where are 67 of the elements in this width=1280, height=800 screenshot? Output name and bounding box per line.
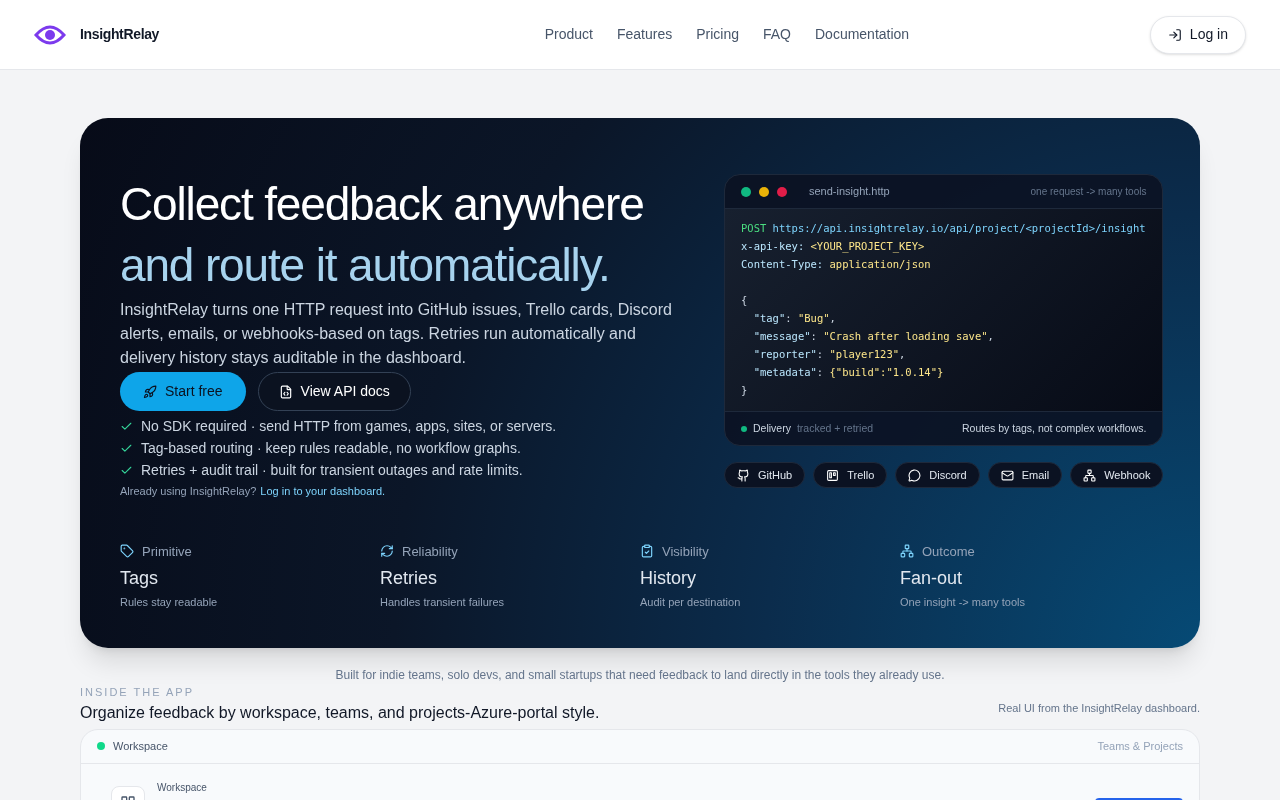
code-line: "reporter": "player123", (752, 347, 906, 362)
feature-text: Tag-based routing · keep rules readable, no workflow graphs. (141, 438, 521, 458)
chat-icon (908, 468, 922, 482)
stat-value: History (640, 567, 697, 590)
rocket-icon (143, 384, 157, 399)
stat-label: Outcome (922, 542, 975, 561)
code-line: x-api-key: <YOUR_PROJECT_KEY> (741, 239, 925, 255)
section-eyebrow: INSIDE THE APP (80, 685, 195, 700)
feature-text: Retries + audit trail · built for transient outages and rate limits. (141, 460, 523, 480)
login-button[interactable]: Log in (1149, 15, 1246, 54)
github-icon (737, 468, 750, 482)
routing-note: Routes by tags, not complex workflows. (962, 420, 1147, 436)
stat-value: Fan-out (900, 567, 964, 590)
stat-note: Audit per destination (640, 595, 742, 610)
panel-tab-label: Teams & Projects (1097, 738, 1183, 754)
network-icon (1083, 468, 1097, 482)
section-note: Real UI from the InsightRelay dashboard. (998, 701, 1200, 716)
workspace-caption: Workspace (157, 780, 207, 795)
stat-value: Retries (380, 567, 438, 590)
brand-name: InsightRelay (80, 25, 160, 44)
tag-icon (120, 544, 134, 559)
stat-note: Handles transient failures (380, 595, 506, 610)
nav-link[interactable]: Product (544, 24, 593, 45)
hero-description: InsightRelay turns one HTTP request into GitHub issues, Trello cards, Discord alerts, emails, or webhooks-based on tags. Retries run automatically and delivery history stays auditable in the dashboard. (120, 300, 673, 368)
hero-title-accent: and route it automatically. (120, 238, 611, 293)
nav-link[interactable]: FAQ (762, 24, 791, 45)
board-icon (826, 468, 840, 482)
network-icon (900, 544, 914, 559)
integration-chip[interactable]: Webhook (1070, 462, 1164, 488)
nav-link[interactable]: Pricing (696, 24, 739, 45)
feature-text: No SDK required · send HTTP from games, apps, sites, or servers. (141, 416, 557, 436)
stat-label: Visibility (662, 542, 709, 561)
stat-note: One insight -> many tools (900, 595, 1027, 610)
clipboard-icon (640, 544, 654, 559)
audience-caption: Built for indie teams, solo devs, and small startups that need feedback to land directly in the tools they already use. (334, 667, 946, 684)
dashboard-link[interactable]: Log in to your dashboard. (260, 483, 386, 500)
code-line: { (741, 293, 748, 308)
nav-link[interactable]: Documentation (815, 24, 910, 45)
code-line: POST https://api.insightrelay.io/api/project/<projectId>/insight (741, 221, 1146, 236)
stat-note: Rules stay readable (120, 595, 219, 610)
code-line: Content-Type: application/json (741, 257, 931, 272)
integration-chip[interactable]: Email (987, 462, 1063, 488)
integration-chip[interactable]: GitHub (724, 462, 806, 488)
login-prompt: Already using InsightRelay? (120, 484, 257, 499)
code-line: "tag": "Bug", (752, 311, 836, 326)
code-line: "message": "Crash after loading save", (752, 329, 994, 344)
integration-chip[interactable]: Discord (895, 462, 980, 488)
nav-link[interactable]: Features (616, 24, 673, 45)
panel-label: Workspace (113, 738, 168, 754)
delivery-label: Delivery (753, 420, 791, 436)
stat-label: Primitive (142, 542, 192, 561)
document-icon (278, 384, 293, 399)
integration-chip[interactable]: Trello (813, 462, 888, 488)
hero-title: Collect feedback anywhere (120, 177, 645, 232)
start-free-button[interactable]: Start free (120, 372, 246, 411)
code-line: "metadata": {"build":"1.0.14"} (752, 365, 944, 380)
card-tagline: one request -> many tools (1030, 185, 1147, 199)
login-icon (1167, 27, 1182, 42)
api-docs-button[interactable]: View API docs (257, 372, 411, 411)
mail-icon (1000, 468, 1014, 482)
stat-value: Tags (120, 567, 160, 590)
code-line: } (741, 383, 748, 398)
refresh-icon (380, 544, 394, 559)
stat-label: Reliability (402, 542, 458, 561)
section-heading: Organize feedback by workspace, teams, and projects-Azure-portal style. (80, 702, 600, 723)
delivery-status: tracked + retried (796, 420, 874, 436)
file-name: send-insight.http (809, 184, 890, 200)
